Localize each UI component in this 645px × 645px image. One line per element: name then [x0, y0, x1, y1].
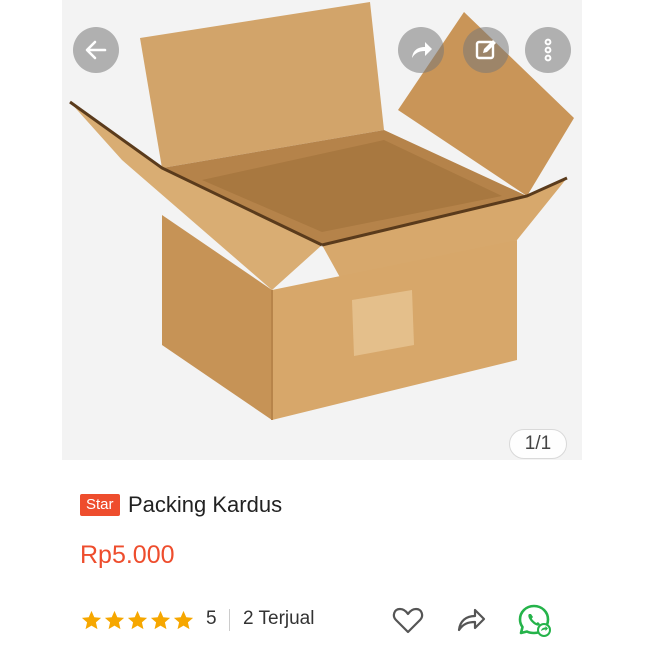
- star-icon: [150, 610, 171, 629]
- cardboard-box-illustration: [69, 2, 574, 420]
- back-button[interactable]: [73, 27, 119, 73]
- star-icon: [81, 610, 102, 629]
- product-image[interactable]: [62, 0, 582, 460]
- rating-value: 5: [206, 608, 217, 629]
- like-button[interactable]: [390, 602, 426, 638]
- more-options-button[interactable]: [525, 27, 571, 73]
- star-icon: [173, 610, 194, 629]
- arrow-left-icon: [85, 40, 107, 60]
- heart-icon: [392, 607, 424, 634]
- share-button[interactable]: [398, 27, 444, 73]
- sold-count: 2 Terjual: [243, 608, 315, 629]
- edit-icon: [475, 40, 496, 60]
- whatsapp-icon: [518, 604, 551, 637]
- share-icon: [457, 608, 486, 632]
- more-vertical-icon: [544, 38, 552, 62]
- edit-button[interactable]: [463, 27, 509, 73]
- product-title: Packing Kardus: [128, 492, 283, 517]
- share-product-button[interactable]: [453, 602, 489, 638]
- share-icon: [412, 42, 432, 58]
- star-icon: [104, 610, 125, 629]
- whatsapp-share-button[interactable]: [516, 602, 552, 638]
- product-price: Rp5.000: [80, 541, 175, 569]
- star-seller-badge: Star: [80, 494, 120, 516]
- divider: [229, 609, 230, 631]
- star-icon: [127, 610, 148, 629]
- rating-stars: [80, 607, 195, 633]
- image-counter: 1/1: [509, 429, 567, 459]
